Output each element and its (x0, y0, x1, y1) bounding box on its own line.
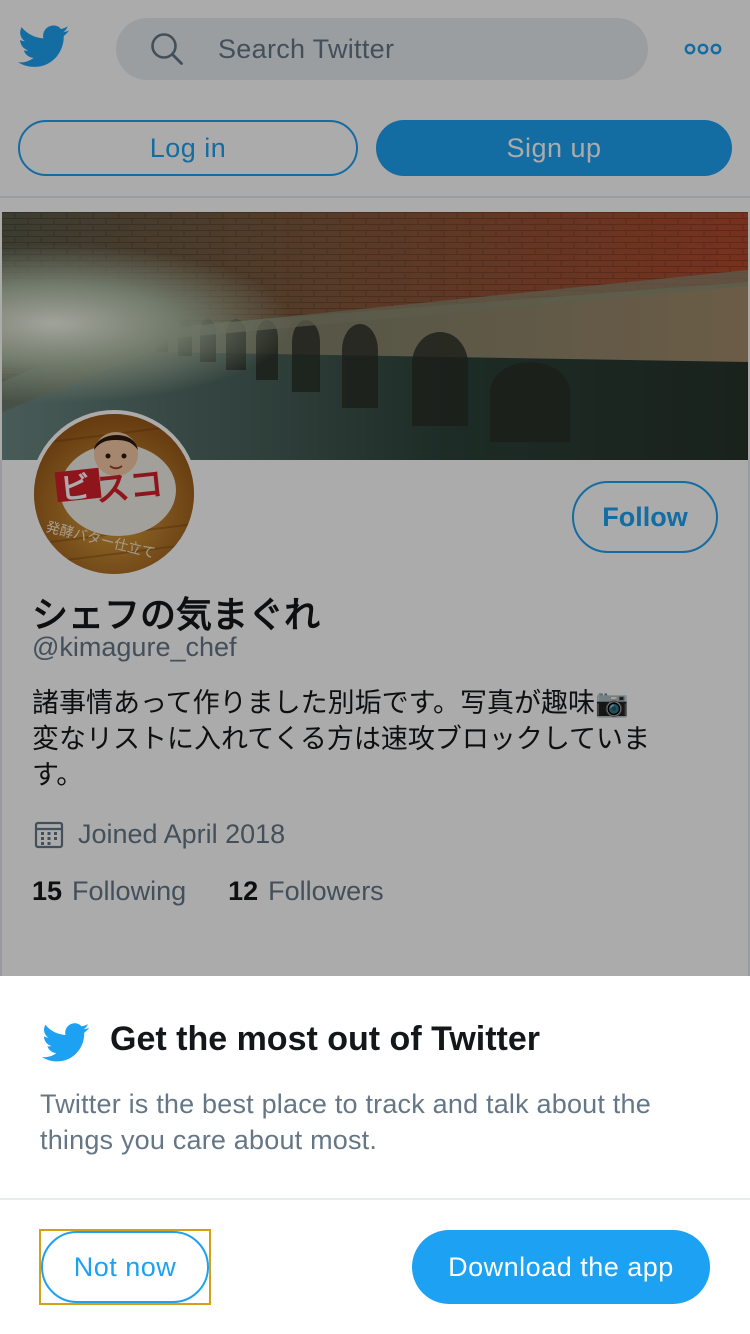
twitter-bird-icon (42, 1023, 90, 1062)
focus-ring: Not now (39, 1229, 211, 1305)
not-now-button[interactable]: Not now (41, 1231, 209, 1303)
app-prompt-sheet: Get the most out of Twitter Twitter is t… (0, 976, 750, 1334)
modal-overlay[interactable] (0, 0, 750, 976)
prompt-title: Get the most out of Twitter (110, 1020, 541, 1058)
prompt-description: Twitter is the best place to track and t… (40, 1089, 651, 1155)
download-app-button[interactable]: Download the app (412, 1230, 710, 1304)
prompt-divider (0, 1198, 750, 1200)
